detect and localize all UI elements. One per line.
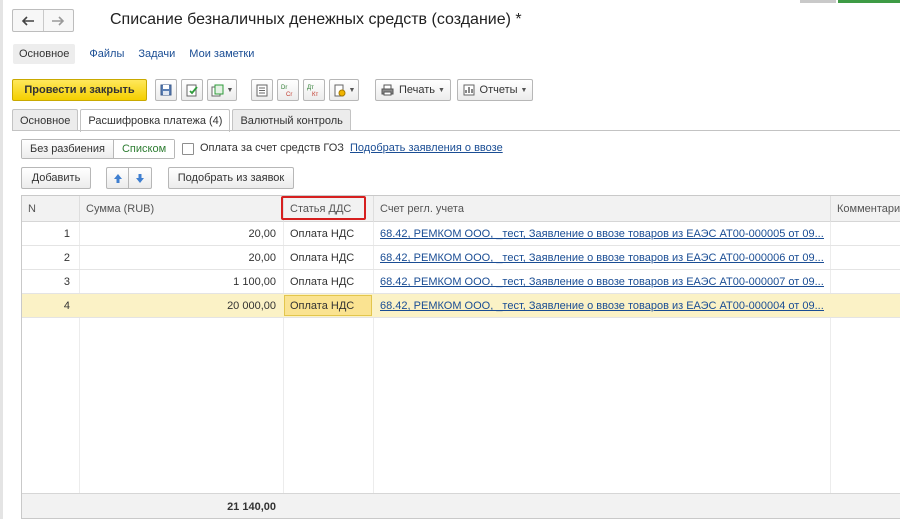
save-button[interactable] bbox=[155, 79, 177, 101]
svg-text:Дт: Дт bbox=[307, 85, 314, 91]
section-tasks[interactable]: Задачи bbox=[138, 48, 175, 60]
post-icon bbox=[186, 84, 198, 96]
reports-icon bbox=[463, 84, 475, 96]
create-based-on-icon bbox=[211, 84, 224, 96]
section-files[interactable]: Файлы bbox=[89, 48, 124, 60]
table-row[interactable]: 1 20,00 Оплата НДС 68.42, РЕМКОМ ООО, _т… bbox=[22, 222, 900, 246]
chevron-down-icon: ▼ bbox=[226, 86, 234, 94]
column-header-number[interactable]: N bbox=[22, 196, 80, 222]
command-bar: Провести и закрыть ▼ Dr Cr Дт Кт ▼ Печат… bbox=[12, 79, 533, 101]
list-split-option[interactable]: Списком bbox=[112, 140, 175, 158]
svg-text:Dr: Dr bbox=[281, 85, 287, 91]
total-sum: 21 140,00 bbox=[227, 501, 276, 513]
document-journal-button[interactable] bbox=[251, 79, 273, 101]
tab-currency-control[interactable]: Валютный контроль bbox=[232, 109, 351, 131]
page-title: Списание безналичных денежных средств (с… bbox=[110, 11, 522, 28]
cell-account-link[interactable]: 68.42, РЕМКОМ ООО, _тест, Заявление о вв… bbox=[380, 294, 824, 318]
form-sections-nav: Основное Файлы Задачи Мои заметки bbox=[13, 43, 268, 65]
form-tabs: Основное Расшифровка платежа (4) Валютны… bbox=[12, 109, 353, 132]
reports-label: Отчеты bbox=[479, 84, 518, 96]
cell-cash-flow-article[interactable]: Оплата НДС bbox=[290, 246, 370, 270]
history-navigation bbox=[12, 9, 74, 32]
cell-cash-flow-article[interactable]: Оплата НДС bbox=[290, 222, 370, 246]
table-actions: Добавить Подобрать из заявок bbox=[21, 167, 294, 189]
select-import-declarations-link[interactable]: Подобрать заявления о ввозе bbox=[350, 142, 503, 154]
post-and-close-button[interactable]: Провести и закрыть bbox=[12, 79, 147, 101]
section-my-notes[interactable]: Мои заметки bbox=[189, 48, 254, 60]
cell-account-link[interactable]: 68.42, РЕМКОМ ООО, _тест, Заявление о вв… bbox=[380, 222, 824, 246]
table-row[interactable]: 2 20,00 Оплата НДС 68.42, РЕМКОМ ООО, _т… bbox=[22, 246, 900, 270]
no-split-option[interactable]: Без разбиения bbox=[22, 140, 113, 158]
table-header: N Сумма (RUB) Статья ДДС Счет регл. учет… bbox=[22, 196, 900, 222]
table-footer: 21 140,00 bbox=[22, 493, 900, 518]
cell-number: 4 bbox=[63, 300, 70, 312]
cell-sum[interactable]: 20,00 bbox=[80, 246, 276, 270]
column-header-sum[interactable]: Сумма (RUB) bbox=[80, 196, 284, 222]
column-header-account[interactable]: Счет регл. учета bbox=[374, 196, 831, 222]
cell-number: 3 bbox=[63, 276, 70, 288]
goz-payment-checkbox[interactable] bbox=[182, 143, 194, 155]
select-from-requests-button[interactable]: Подобрать из заявок bbox=[168, 167, 294, 189]
print-label: Печать bbox=[399, 84, 436, 96]
create-based-on-button[interactable]: ▼ bbox=[207, 79, 237, 101]
dt-cr-movements-icon: Dr Cr bbox=[281, 85, 292, 97]
dt-kt-button[interactable]: Дт Кт bbox=[303, 79, 325, 101]
reports-button[interactable]: Отчеты ▼ bbox=[457, 79, 533, 101]
table-row[interactable]: 3 1 100,00 Оплата НДС 68.42, РЕМКОМ ООО,… bbox=[22, 270, 900, 294]
cell-cash-flow-article[interactable]: Оплата НДС bbox=[290, 294, 370, 318]
move-up-button[interactable] bbox=[106, 167, 129, 189]
top-status-bar-gray bbox=[800, 0, 836, 3]
payment-breakdown-table: N Сумма (RUB) Статья ДДС Счет регл. учет… bbox=[21, 195, 900, 519]
goz-payment-label: Оплата за счет средств ГОЗ bbox=[200, 142, 344, 154]
document-journal-icon bbox=[256, 84, 268, 96]
cell-number: 2 bbox=[63, 252, 70, 264]
arrow-down-icon bbox=[136, 173, 144, 183]
top-status-bar-green bbox=[838, 0, 900, 3]
back-button[interactable] bbox=[13, 10, 43, 31]
add-row-button[interactable]: Добавить bbox=[21, 167, 91, 189]
dt-kt-icon: Дт Кт bbox=[307, 85, 318, 97]
cell-sum[interactable]: 1 100,00 bbox=[80, 270, 276, 294]
arrow-right-icon bbox=[52, 15, 65, 26]
post-button[interactable] bbox=[181, 79, 203, 101]
chevron-down-icon: ▼ bbox=[438, 86, 445, 94]
printer-icon bbox=[381, 84, 394, 96]
save-icon bbox=[160, 84, 172, 96]
cell-sum[interactable]: 20,00 bbox=[80, 222, 276, 246]
arrow-left-icon bbox=[21, 15, 34, 26]
tab-payment-breakdown[interactable]: Расшифровка платежа (4) bbox=[80, 109, 231, 132]
column-header-comment[interactable]: Комментарий bbox=[831, 196, 900, 222]
arrow-up-icon bbox=[113, 173, 122, 183]
svg-text:Cr: Cr bbox=[286, 92, 292, 97]
table-row-selected[interactable]: 4 20 000,00 Оплата НДС 68.42, РЕМКОМ ООО… bbox=[22, 294, 900, 318]
cell-account-link[interactable]: 68.42, РЕМКОМ ООО, _тест, Заявление о вв… bbox=[380, 246, 824, 270]
attachments-button[interactable]: ▼ bbox=[329, 79, 359, 101]
move-down-button[interactable] bbox=[129, 167, 152, 189]
dt-cr-movements-button[interactable]: Dr Cr bbox=[277, 79, 299, 101]
window-frame-left bbox=[0, 0, 3, 519]
split-mode-toggle: Без разбиения Списком bbox=[21, 139, 176, 159]
cell-account-link[interactable]: 68.42, РЕМКОМ ООО, _тест, Заявление о вв… bbox=[380, 270, 824, 294]
tabs-divider bbox=[12, 130, 900, 131]
print-button[interactable]: Печать ▼ bbox=[375, 79, 451, 101]
cell-number: 1 bbox=[63, 228, 70, 240]
forward-button[interactable] bbox=[42, 10, 74, 31]
tab-main[interactable]: Основное bbox=[12, 109, 79, 131]
cell-cash-flow-article[interactable]: Оплата НДС bbox=[290, 270, 370, 294]
chevron-down-icon: ▼ bbox=[348, 86, 356, 94]
section-main[interactable]: Основное bbox=[13, 44, 76, 64]
highlight-outline bbox=[281, 196, 366, 220]
cell-sum[interactable]: 20 000,00 bbox=[80, 294, 276, 318]
chevron-down-icon: ▼ bbox=[520, 86, 528, 94]
attachment-icon bbox=[334, 84, 346, 96]
svg-text:Кт: Кт bbox=[312, 92, 318, 97]
